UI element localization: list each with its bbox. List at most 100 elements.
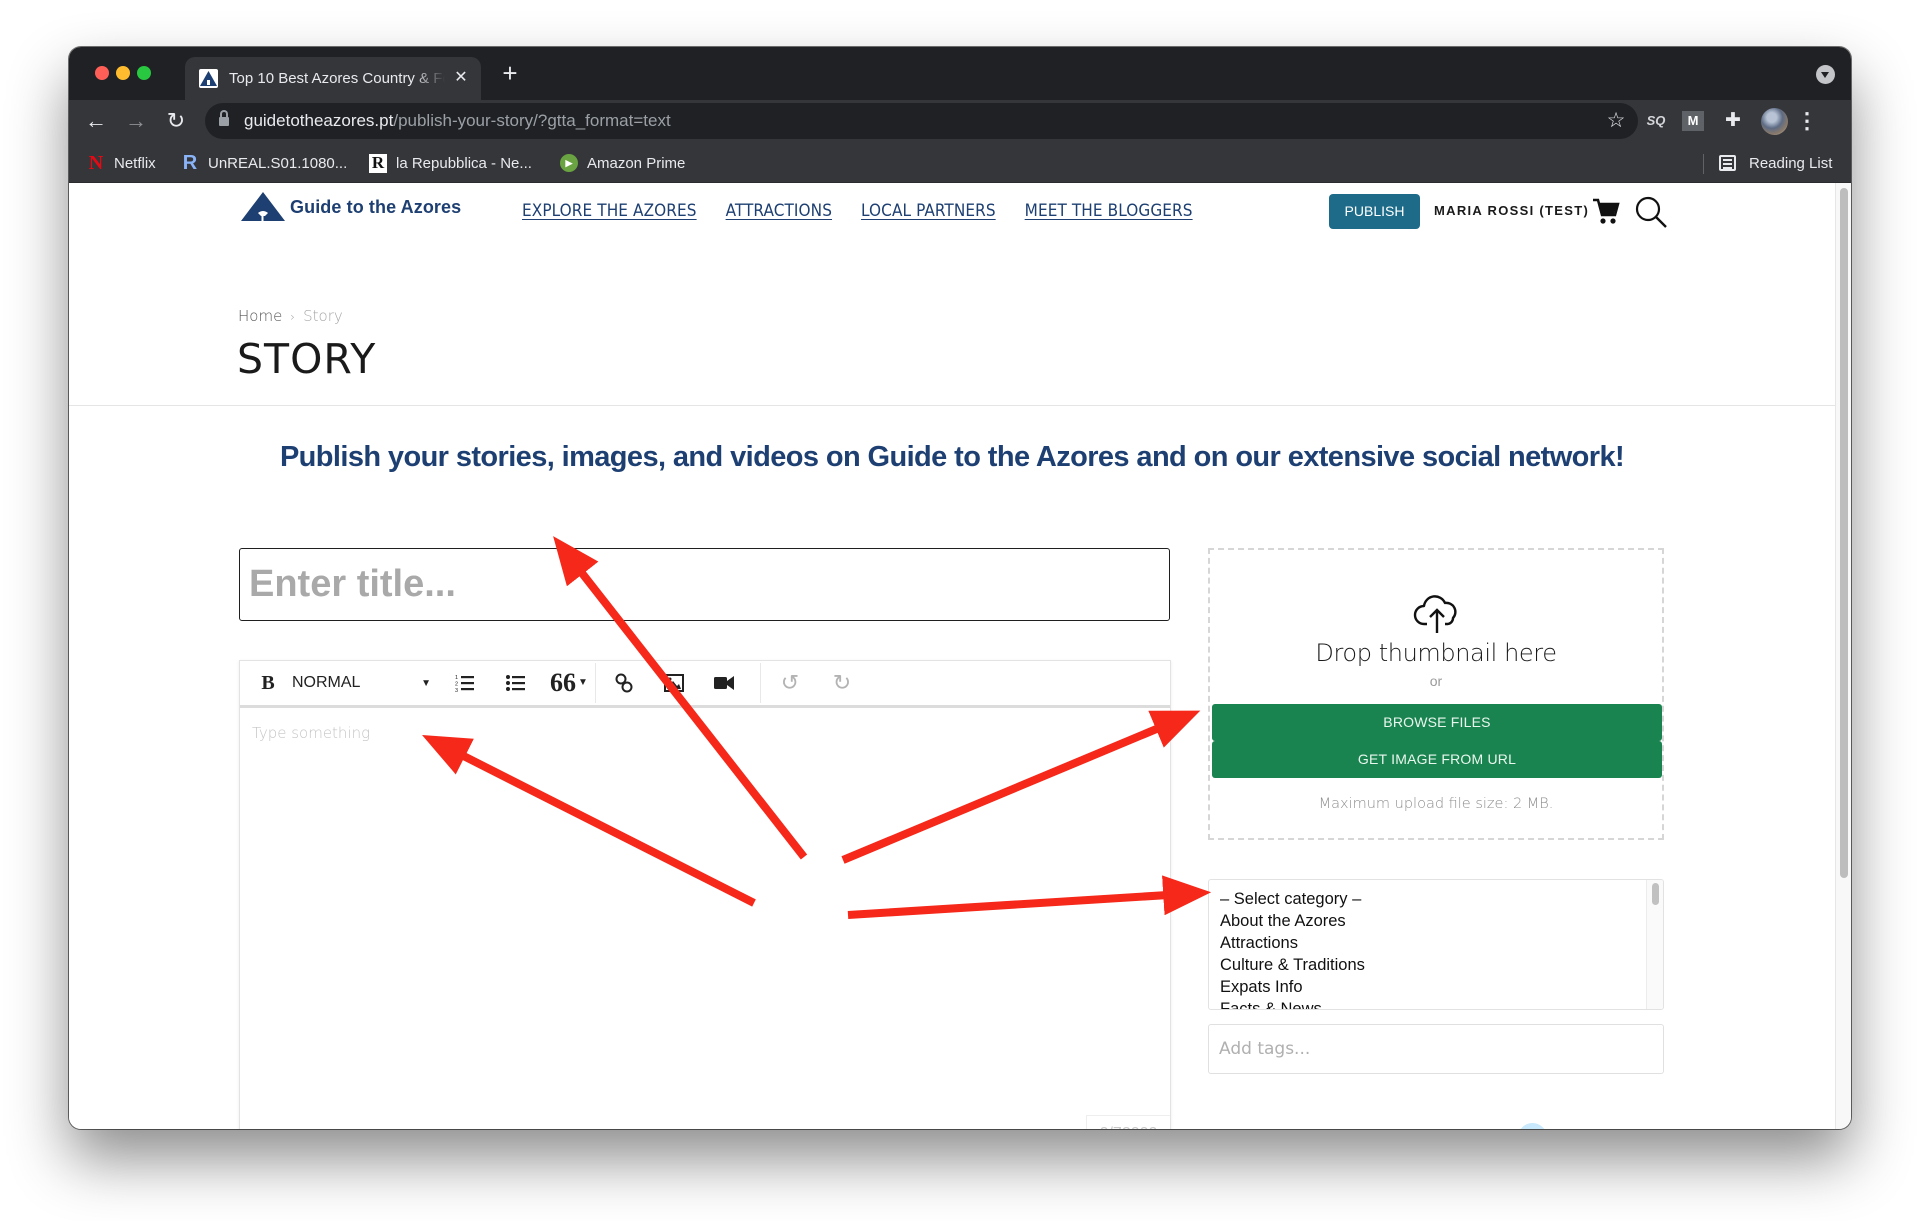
breadcrumb-separator: › (290, 310, 296, 324)
nav-meet-the-bloggers[interactable]: MEET THE BLOGGERS (1025, 201, 1193, 221)
browse-files-button[interactable]: BROWSE FILES (1212, 704, 1662, 741)
category-scrollbar-thumb[interactable] (1652, 883, 1659, 905)
browser-toolbar: ← → ↻ guidetotheazores.pt/publish-your-s… (69, 100, 1851, 142)
bold-button[interactable]: B (256, 668, 280, 698)
bookmarks-bar: N Netflix R UnREAL.S01.1080... R la Repu… (69, 142, 1851, 183)
search-icon[interactable] (1634, 195, 1668, 229)
new-tab-button[interactable]: + (497, 60, 523, 87)
page-title: STORY (237, 335, 377, 383)
browser-window: Top 10 Best Azores Country & Festivals ✕… (69, 47, 1851, 1129)
story-title-input[interactable] (239, 548, 1170, 621)
terms-row: I agree with the terms and conditions. i (1208, 1123, 1548, 1129)
editor-body[interactable]: Type something (240, 708, 1170, 1129)
reload-icon[interactable]: ↻ (162, 107, 190, 135)
link-icon (615, 673, 633, 693)
character-count: 0/72000 (1086, 1115, 1170, 1129)
bookmark-star-icon[interactable]: ☆ (1604, 109, 1628, 133)
breadcrumb-current: Story (303, 307, 343, 325)
category-option[interactable]: About the Azores (1220, 910, 1652, 932)
bookmark-label: la Repubblica - Ne... (396, 154, 532, 172)
site-favicon-icon (199, 69, 218, 88)
page-scrollbar[interactable] (1835, 183, 1851, 1129)
reading-list-button[interactable]: Reading List (1719, 152, 1832, 174)
category-option[interactable]: Expats Info (1220, 976, 1652, 998)
tab-search-icon[interactable] (1816, 65, 1835, 84)
user-account-link[interactable]: MARIA ROSSI (TEST) (1434, 203, 1589, 218)
url-path: /publish-your-story/?gtta_format=text (393, 111, 671, 130)
netflix-icon: N (88, 151, 104, 174)
thumbnail-dropzone[interactable]: Drop thumbnail here or BROWSE FILES GET … (1208, 548, 1664, 840)
category-select[interactable]: – Select category – About the Azores Att… (1208, 879, 1664, 1010)
logo-mountain-icon (241, 192, 285, 221)
get-image-from-url-button[interactable]: GET IMAGE FROM URL (1212, 741, 1662, 778)
caret-down-icon: ▼ (421, 677, 431, 689)
url-text[interactable]: guidetotheazores.pt/publish-your-story/?… (244, 111, 671, 131)
profile-avatar[interactable] (1761, 108, 1788, 135)
url-host: guidetotheazores.pt (244, 111, 394, 130)
page-headline: Publish your stories, images, and videos… (279, 441, 1625, 473)
address-bar[interactable]: guidetotheazores.pt/publish-your-story/?… (205, 103, 1638, 139)
ordered-list-button[interactable]: 1 2 3 (451, 668, 479, 698)
video-camera-icon (714, 676, 734, 690)
repubblica-icon: R (369, 153, 387, 173)
undo-button[interactable]: ↺ (775, 668, 805, 698)
bookmarks-divider (1703, 154, 1704, 174)
forward-arrow-icon[interactable]: → (122, 107, 150, 135)
redo-button[interactable]: ↻ (827, 668, 857, 698)
bookmark-unreal[interactable]: R UnREAL.S01.1080... (181, 151, 348, 174)
sq-extension-icon[interactable]: SQ (1642, 109, 1670, 133)
site-header: Guide to the Azores EXPLORE THE AZORES A… (69, 183, 1835, 406)
category-option[interactable]: Culture & Traditions (1220, 954, 1652, 976)
category-option[interactable]: Facts & News (1220, 998, 1652, 1009)
browser-menu-icon[interactable]: ⋮ (1796, 108, 1818, 134)
unordered-list-button[interactable] (502, 668, 530, 698)
block-style-dropdown[interactable]: NORMAL ▼ (292, 668, 435, 698)
publish-button[interactable]: PUBLISH (1329, 194, 1420, 229)
svg-text:2: 2 (455, 682, 458, 688)
bookmark-repubblica[interactable]: R la Repubblica - Ne... (369, 152, 532, 174)
lock-icon (219, 110, 229, 127)
nav-attractions[interactable]: ATTRACTIONS (726, 201, 832, 221)
max-upload-size-note: Maximum upload file size: 2 MB. (1318, 796, 1554, 812)
bookmark-amazon-prime[interactable]: ▶ Amazon Prime (560, 152, 685, 174)
back-arrow-icon[interactable]: ← (82, 107, 110, 135)
minimize-window-button[interactable] (116, 66, 130, 80)
category-option[interactable]: Attractions (1220, 932, 1652, 954)
terms-label[interactable]: I agree with the terms and conditions. (1238, 1128, 1512, 1129)
editor-toolbar: B NORMAL ▼ 1 2 3 66 ▼ ↺ ↻ (240, 661, 1170, 708)
bookmark-netflix[interactable]: N Netflix (87, 152, 156, 174)
tab-title: Top 10 Best Azores Country & Festivals (229, 70, 445, 87)
bookmark-label: Netflix (114, 154, 156, 172)
page-scrollbar-thumb[interactable] (1840, 188, 1848, 878)
cloud-upload-icon (1413, 595, 1457, 633)
extensions-puzzle-icon[interactable]: ✚ (1721, 109, 1745, 133)
tab-active[interactable]: Top 10 Best Azores Country & Festivals ✕ (185, 57, 481, 100)
web-page: Guide to the Azores EXPLORE THE AZORES A… (69, 183, 1835, 1129)
tags-input[interactable] (1208, 1024, 1664, 1074)
blockquote-button[interactable]: 66 ▼ (550, 668, 588, 698)
maximize-window-button[interactable] (137, 66, 151, 80)
insert-video-button[interactable] (710, 668, 738, 698)
svg-text:3: 3 (455, 688, 458, 693)
nav-local-partners[interactable]: LOCAL PARTNERS (861, 201, 996, 221)
category-scrollbar[interactable] (1646, 880, 1663, 1009)
nav-explore-the-azores[interactable]: EXPLORE THE AZORES (522, 201, 697, 221)
category-option[interactable]: – Select category – (1220, 888, 1652, 910)
close-window-button[interactable] (95, 66, 109, 80)
ordered-list-icon: 1 2 3 (455, 675, 474, 693)
r-site-icon: R (182, 151, 198, 174)
site-logo[interactable]: Guide to the Azores (240, 191, 461, 223)
cart-icon[interactable] (1592, 197, 1620, 227)
insert-image-button[interactable] (660, 668, 688, 698)
bookmark-label: Amazon Prime (587, 154, 686, 172)
breadcrumb-home[interactable]: Home (238, 307, 282, 325)
tab-close-icon[interactable]: ✕ (451, 68, 471, 88)
link-button[interactable] (610, 668, 638, 698)
main-nav: EXPLORE THE AZORES ATTRACTIONS LOCAL PAR… (522, 201, 1193, 221)
m-extension-icon[interactable]: M (1682, 111, 1704, 131)
info-icon[interactable]: i (1518, 1123, 1548, 1129)
quote-icon: 66 (550, 668, 577, 697)
toolbar-divider (595, 663, 596, 703)
svg-text:1: 1 (455, 675, 458, 681)
caret-down-icon: ▼ (578, 677, 588, 688)
